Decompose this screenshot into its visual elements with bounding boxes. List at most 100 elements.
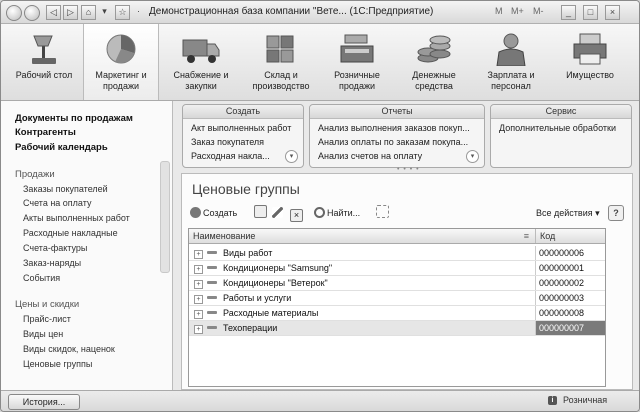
ribbon-item-marketing[interactable]: Маркетинг и продажи bbox=[83, 24, 159, 100]
nav-item-events[interactable]: События bbox=[23, 273, 60, 283]
ribbon-item-label: Зарплата и персонал bbox=[487, 70, 535, 91]
cancel-search-icon bbox=[376, 205, 389, 218]
panel-splitter[interactable]: • • • • bbox=[397, 166, 420, 173]
nav-link-work-calendar[interactable]: Рабочий календарь bbox=[15, 142, 108, 153]
form-toolbar: Создать × Найти... Все действия ▾ bbox=[188, 204, 626, 222]
group-folder-icon bbox=[207, 326, 217, 329]
service-extra-processing-link[interactable]: Дополнительные обработки bbox=[499, 123, 616, 133]
table-row[interactable]: + Техоперации 000000007 bbox=[189, 321, 605, 336]
row-code: 000000008 bbox=[539, 308, 585, 318]
title-bar: ◁ ▷ ⌂ ▾ ☆ · Демонстрационная база компан… bbox=[1, 1, 639, 24]
report-order-execution-link[interactable]: Анализ выполнения заказов покуп... bbox=[318, 123, 470, 133]
nav-item-invoices-payment[interactable]: Счета на оплату bbox=[23, 198, 91, 208]
action-panel-title: Отчеты bbox=[310, 105, 484, 119]
nav-scrollbar[interactable] bbox=[160, 161, 170, 273]
table-row[interactable]: + Расходные материалы 000000008 bbox=[189, 306, 605, 321]
ribbon-item-supply[interactable]: Снабжение и закупки bbox=[165, 24, 237, 100]
create-waybill-link[interactable]: Расходная накла... bbox=[191, 151, 270, 161]
nav-item-price-groups[interactable]: Ценовые группы bbox=[23, 359, 92, 369]
ribbon-item-retail[interactable]: Розничные продажи bbox=[321, 24, 393, 100]
edit-button[interactable] bbox=[272, 205, 285, 221]
nav-link-contractors[interactable]: Контрагенты bbox=[15, 127, 76, 138]
ribbon-item-label: Маркетинг и продажи bbox=[95, 70, 147, 91]
group-folder-icon bbox=[207, 266, 217, 269]
nav-link-sales-documents[interactable]: Документы по продажам bbox=[15, 113, 133, 124]
delete-button[interactable]: × bbox=[290, 205, 305, 222]
group-folder-icon bbox=[207, 311, 217, 314]
dropdown-arrow-icon[interactable]: ▾ bbox=[98, 5, 111, 18]
memory-plus-button[interactable]: M+ bbox=[511, 6, 524, 16]
minimize-button[interactable]: _ bbox=[561, 5, 576, 20]
create-customer-order-link[interactable]: Заказ покупателя bbox=[191, 137, 264, 147]
row-code: 000000002 bbox=[539, 278, 585, 288]
table-row[interactable]: + Виды работ 000000006 bbox=[189, 246, 605, 261]
column-header-name[interactable]: Наименование ≡ bbox=[189, 229, 536, 243]
all-actions-button[interactable]: Все действия ▾ bbox=[536, 205, 600, 221]
nav-item-tax-invoices[interactable]: Счета-фактуры bbox=[23, 243, 87, 253]
row-name: Кондиционеры "Samsung" bbox=[223, 263, 333, 273]
help-button[interactable]: ? bbox=[608, 205, 624, 221]
expand-plus-icon[interactable]: + bbox=[194, 325, 203, 334]
magnifier-icon bbox=[314, 207, 325, 218]
window-title: Демонстрационная база компании "Вете... … bbox=[149, 6, 434, 17]
expand-chevron-icon[interactable]: ▾ bbox=[285, 150, 298, 163]
copy-button[interactable] bbox=[254, 205, 269, 221]
table-row[interactable]: + Кондиционеры "Ветерок" 000000002 bbox=[189, 276, 605, 291]
create-button[interactable]: Создать bbox=[190, 205, 237, 221]
app-menu-icon[interactable] bbox=[6, 5, 22, 21]
expand-plus-icon[interactable]: + bbox=[194, 280, 203, 289]
nav-item-waybills[interactable]: Расходные накладные bbox=[23, 228, 118, 238]
nav-item-discount-types[interactable]: Виды скидок, наценок bbox=[23, 344, 115, 354]
back-arrow-icon[interactable]: ◁ bbox=[46, 5, 61, 20]
nav-item-price-types[interactable]: Виды цен bbox=[23, 329, 63, 339]
ribbon-item-property[interactable]: Имущество bbox=[553, 24, 627, 100]
ribbon-item-cash[interactable]: Денежные средства bbox=[399, 24, 469, 100]
ribbon-item-warehouse[interactable]: Склад и производство bbox=[245, 24, 317, 100]
cancel-search-button[interactable] bbox=[376, 205, 391, 221]
nav-item-price-list[interactable]: Прайс-лист bbox=[23, 314, 71, 324]
memory-m-button[interactable]: M bbox=[495, 6, 503, 16]
action-panel-reports: Отчеты Анализ выполнения заказов покуп..… bbox=[309, 104, 485, 168]
worker-icon bbox=[496, 33, 526, 66]
table-header: Наименование ≡ Код bbox=[189, 229, 605, 244]
expand-chevron-icon[interactable]: ▾ bbox=[466, 150, 479, 163]
group-folder-icon bbox=[207, 251, 217, 254]
sort-icon: ≡ bbox=[523, 231, 529, 241]
nav-item-work-acts[interactable]: Акты выполненных работ bbox=[23, 213, 130, 223]
forward-arrow-icon[interactable]: ▷ bbox=[63, 5, 78, 20]
action-panel-service: Сервис Дополнительные обработки bbox=[490, 104, 632, 168]
column-header-code[interactable]: Код bbox=[536, 229, 605, 243]
expand-plus-icon[interactable]: + bbox=[194, 265, 203, 274]
expand-plus-icon[interactable]: + bbox=[194, 310, 203, 319]
close-button[interactable]: × bbox=[605, 5, 620, 20]
price-groups-form: Ценовые группы Создать × Найти... Все де… bbox=[181, 173, 633, 390]
ribbon-item-desktop[interactable]: Рабочий стол bbox=[9, 24, 79, 100]
nav-item-customer-orders[interactable]: Заказы покупателей bbox=[23, 184, 108, 194]
settings-icon[interactable]: · bbox=[132, 5, 145, 18]
home-icon[interactable]: ⌂ bbox=[81, 5, 96, 20]
ribbon-item-label: Имущество bbox=[566, 70, 614, 80]
action-panel-title: Сервис bbox=[491, 105, 631, 119]
info-icon: i bbox=[548, 396, 557, 405]
expand-plus-icon[interactable]: + bbox=[194, 250, 203, 259]
row-code: 000000001 bbox=[539, 263, 585, 273]
memory-minus-button[interactable]: M- bbox=[533, 6, 544, 16]
ribbon-item-label: Снабжение и закупки bbox=[173, 70, 229, 91]
expand-plus-icon[interactable]: + bbox=[194, 295, 203, 304]
maximize-button[interactable]: □ bbox=[583, 5, 598, 20]
application-window: ◁ ▷ ⌂ ▾ ☆ · Демонстрационная база компан… bbox=[0, 0, 640, 412]
warehouse-boxes-icon bbox=[266, 35, 294, 63]
nav-item-work-orders[interactable]: Заказ-наряды bbox=[23, 258, 81, 268]
ribbon-item-payroll[interactable]: Зарплата и персонал bbox=[475, 24, 547, 100]
table-row[interactable]: + Кондиционеры "Samsung" 000000001 bbox=[189, 261, 605, 276]
star-icon[interactable]: ☆ bbox=[115, 5, 130, 20]
report-order-payment-link[interactable]: Анализ оплаты по заказам покупа... bbox=[318, 137, 468, 147]
history-button[interactable]: История... bbox=[8, 394, 80, 410]
nav-section-sales: Продажи bbox=[15, 169, 55, 180]
back-nav-icon[interactable] bbox=[24, 5, 40, 21]
create-work-act-link[interactable]: Акт выполненных работ bbox=[191, 123, 291, 133]
report-invoice-analysis-link[interactable]: Анализ счетов на оплату bbox=[318, 151, 422, 161]
find-button[interactable]: Найти... bbox=[314, 205, 360, 221]
table-row[interactable]: + Работы и услуги 000000003 bbox=[189, 291, 605, 306]
action-panel-title: Создать bbox=[183, 105, 303, 119]
